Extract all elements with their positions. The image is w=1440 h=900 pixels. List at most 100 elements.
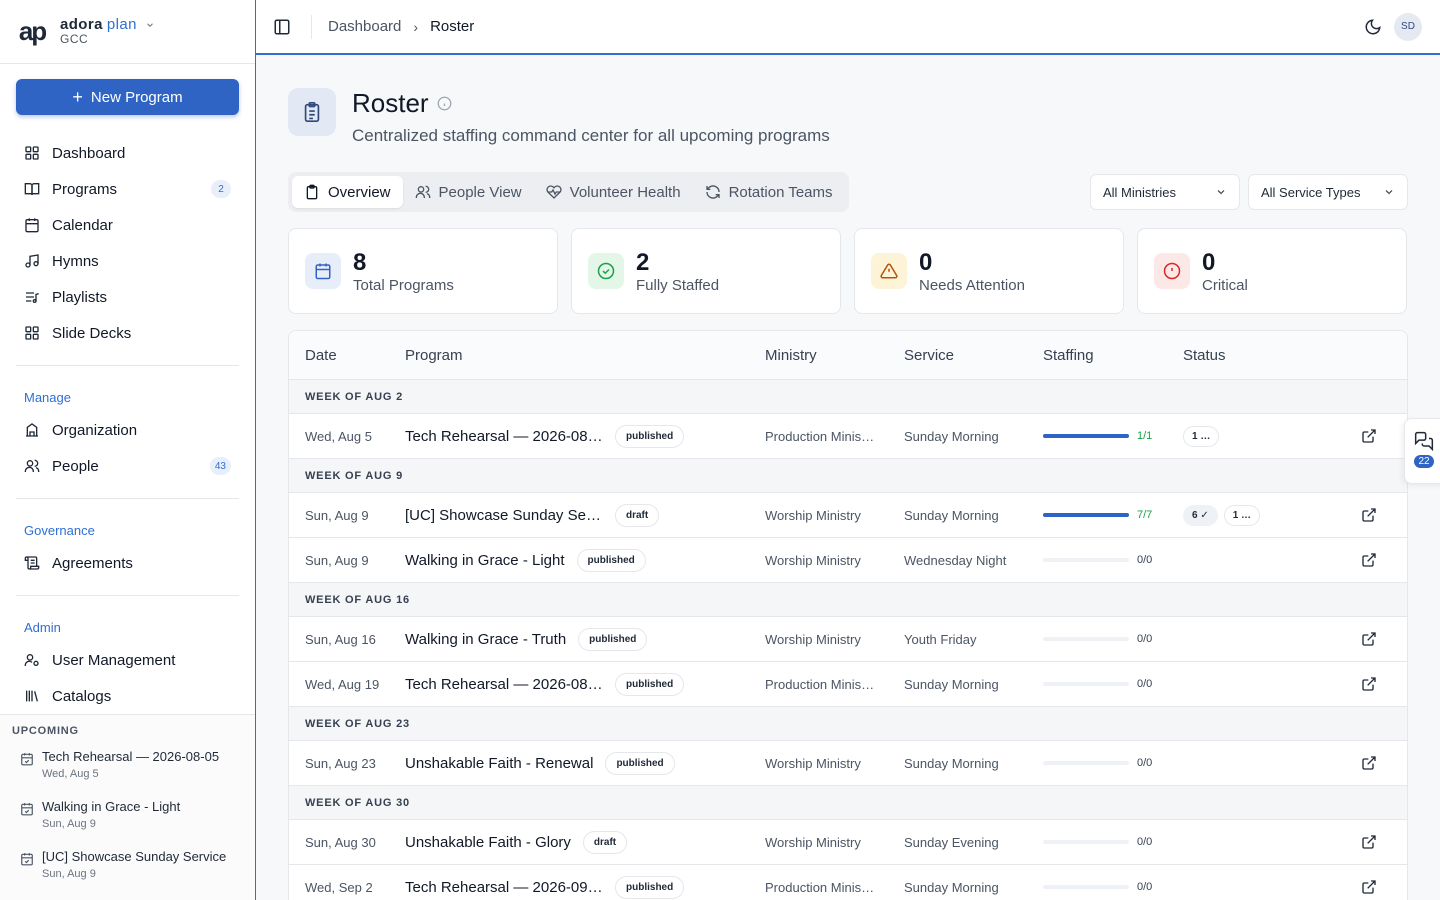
refresh-icon xyxy=(705,185,720,199)
sidebar-item-programs[interactable]: Programs 2 xyxy=(16,171,239,207)
open-external-icon[interactable] xyxy=(1361,507,1377,523)
row-program[interactable]: Tech Rehearsal — 2026-08-19 xyxy=(405,676,603,693)
col-header-date[interactable]: Date xyxy=(305,347,337,364)
open-external-icon[interactable] xyxy=(1361,631,1377,647)
manage-nav: Organization People 43 xyxy=(16,412,239,484)
staffing-bar xyxy=(1043,682,1129,686)
calendar-check-icon xyxy=(21,853,33,866)
row-program[interactable]: Walking in Grace - Truth xyxy=(405,631,566,648)
table-row[interactable]: Sun, Aug 16 Walking in Grace - Truth pub… xyxy=(289,617,1407,662)
row-date: Sun, Aug 9 xyxy=(305,507,369,523)
open-external-icon[interactable] xyxy=(1361,428,1377,444)
table-row[interactable]: Sun, Aug 30 Unshakable Faith - Glory dra… xyxy=(289,820,1407,865)
sidebar-toggle-icon[interactable] xyxy=(273,18,291,36)
tab-rotation-teams[interactable]: Rotation Teams xyxy=(693,176,845,208)
row-ministry: Worship Ministry xyxy=(765,631,861,647)
row-date: Wed, Aug 19 xyxy=(305,676,380,692)
table-row[interactable]: Sun, Aug 23 Unshakable Faith - Renewal p… xyxy=(289,741,1407,786)
breadcrumb-dashboard[interactable]: Dashboard xyxy=(328,18,401,35)
table-row[interactable]: Sun, Aug 9 [UC] Showcase Sunday Service … xyxy=(289,493,1407,538)
service-type-filter[interactable]: All Service Types xyxy=(1248,174,1408,210)
stat-icon-wrap xyxy=(305,253,341,289)
sidebar-item-people[interactable]: People 43 xyxy=(16,448,239,484)
sidebar-item-organization[interactable]: Organization xyxy=(16,412,239,448)
row-program[interactable]: Tech Rehearsal — 2026-09-02 xyxy=(405,879,603,896)
org-switcher[interactable]: ap adora plan GCC xyxy=(0,0,255,64)
col-header-ministry[interactable]: Ministry xyxy=(765,347,875,364)
stat-value: 0 xyxy=(1202,248,1216,276)
staffing-bar-fill xyxy=(1043,434,1129,438)
table-row[interactable]: Wed, Aug 19 Tech Rehearsal — 2026-08-19 … xyxy=(289,662,1407,707)
col-header-staffing[interactable]: Staffing xyxy=(1043,347,1094,364)
programs-count-badge: 2 xyxy=(211,180,231,198)
row-program[interactable]: Walking in Grace - Light xyxy=(405,552,565,569)
sidebar-item-slide-decks[interactable]: Slide Decks xyxy=(16,315,239,351)
row-ministry: Worship Ministry xyxy=(765,507,861,523)
sidebar-item-calendar[interactable]: Calendar xyxy=(16,207,239,243)
sidebar-item-user-management[interactable]: User Management xyxy=(16,642,239,678)
program-state-badge: published xyxy=(615,875,685,899)
table-row[interactable]: Wed, Aug 5 Tech Rehearsal — 2026-08-05 p… xyxy=(289,414,1407,459)
upcoming-item[interactable]: Tech Rehearsal — 2026-08-05 Wed, Aug 5 xyxy=(0,747,255,797)
table-header: Date Program Ministry Service Staffing S… xyxy=(289,331,1407,380)
roster-table: Date Program Ministry Service Staffing S… xyxy=(288,330,1408,900)
info-icon[interactable] xyxy=(437,96,452,111)
calendar-check-icon xyxy=(21,753,33,766)
tab-label: People View xyxy=(438,183,522,201)
feedback-widget[interactable]: 22 xyxy=(1404,418,1440,484)
row-service: Wednesday Night xyxy=(904,552,1007,568)
sidebar-item-playlists[interactable]: Playlists xyxy=(16,279,239,315)
tab-volunteer-health[interactable]: Volunteer Health xyxy=(534,176,693,208)
status-pill[interactable]: 1 … xyxy=(1183,425,1220,447)
row-program[interactable]: Unshakable Faith - Glory xyxy=(405,834,571,851)
tab-overview[interactable]: Overview xyxy=(292,176,403,208)
row-program[interactable]: Tech Rehearsal — 2026-08-05 xyxy=(405,428,603,445)
scroll-icon xyxy=(24,556,40,570)
sidebar-item-label: Organization xyxy=(52,421,138,439)
avatar[interactable]: SD xyxy=(1394,12,1422,41)
row-program[interactable]: Unshakable Faith - Renewal xyxy=(405,755,593,772)
row-ministry: Worship Ministry xyxy=(765,834,861,850)
sidebar-item-label: Agreements xyxy=(52,554,133,572)
sidebar-item-catalogs[interactable]: Catalogs xyxy=(16,678,239,714)
row-date: Sun, Aug 16 xyxy=(305,631,376,647)
open-external-icon[interactable] xyxy=(1361,879,1377,895)
sidebar-item-agreements[interactable]: Agreements xyxy=(16,545,239,581)
library-icon xyxy=(26,690,38,702)
table-row[interactable]: Wed, Sep 2 Tech Rehearsal — 2026-09-02 p… xyxy=(289,865,1407,900)
staffing-fraction: 0/0 xyxy=(1137,633,1153,645)
sidebar-divider xyxy=(16,498,239,499)
row-service: Sunday Morning xyxy=(904,507,999,523)
slides-icon xyxy=(25,326,39,340)
sidebar-item-label: Playlists xyxy=(52,288,108,306)
col-header-program[interactable]: Program xyxy=(405,347,463,364)
open-external-icon[interactable] xyxy=(1361,552,1377,568)
moon-icon[interactable] xyxy=(1364,18,1382,36)
brand-logo: ap xyxy=(18,16,47,46)
upcoming-item[interactable]: Walking in Grace - Light Sun, Aug 9 xyxy=(0,797,255,847)
sidebar-item-dashboard[interactable]: Dashboard xyxy=(16,135,239,171)
tab-label: Overview xyxy=(328,183,391,201)
status-pill[interactable]: 1 … xyxy=(1223,504,1261,526)
users-icon xyxy=(415,185,430,198)
open-external-icon[interactable] xyxy=(1361,755,1377,771)
stat-label: Needs Attention xyxy=(919,276,1025,294)
week-group-header: WEEK OF AUG 9 xyxy=(289,459,1407,493)
col-header-service[interactable]: Service xyxy=(904,347,954,364)
table-row[interactable]: Sun, Aug 9 Walking in Grace - Light publ… xyxy=(289,538,1407,583)
open-external-icon[interactable] xyxy=(1361,834,1377,850)
row-program[interactable]: [UC] Showcase Sunday Service xyxy=(405,507,603,524)
upcoming-item[interactable]: [UC] Showcase Sunday Service Sun, Aug 9 xyxy=(0,847,255,897)
new-program-button[interactable]: + New Program xyxy=(16,79,239,115)
stat-value: 8 xyxy=(353,248,367,276)
status-pill[interactable]: 6 ✓ xyxy=(1183,504,1218,526)
row-service: Sunday Morning xyxy=(904,879,999,895)
sidebar-item-hymns[interactable]: Hymns xyxy=(16,243,239,279)
tab-people-view[interactable]: People View xyxy=(403,176,534,208)
col-header-status[interactable]: Status xyxy=(1183,347,1226,364)
governance-nav: Agreements xyxy=(16,545,239,581)
tab-label: Volunteer Health xyxy=(569,183,681,201)
sidebar-item-label: Calendar xyxy=(52,216,113,234)
ministry-filter[interactable]: All Ministries xyxy=(1090,174,1240,210)
open-external-icon[interactable] xyxy=(1361,676,1377,692)
